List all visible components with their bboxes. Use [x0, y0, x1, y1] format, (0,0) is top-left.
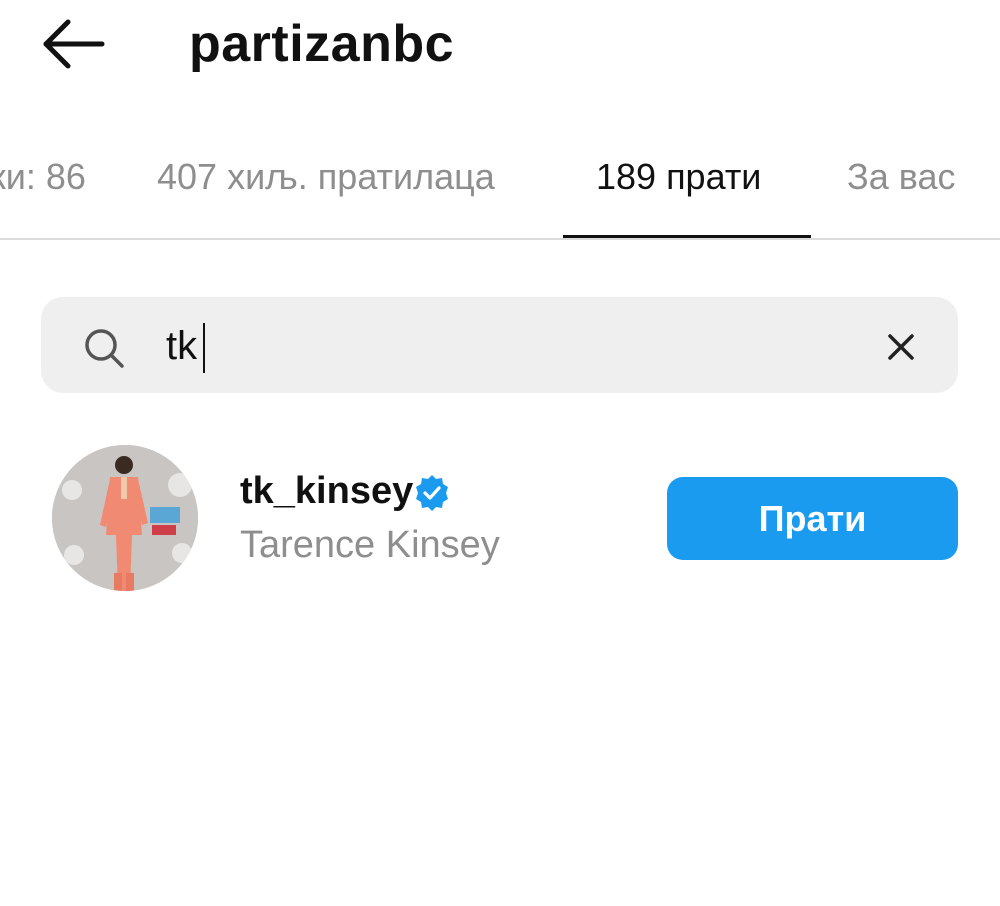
search-icon [85, 329, 124, 368]
page-title: partizanbc [189, 15, 455, 73]
close-icon [888, 334, 914, 360]
tab-for-you[interactable]: За вас [847, 152, 956, 202]
back-button[interactable] [40, 18, 106, 70]
active-tab-indicator [563, 235, 811, 238]
search-input[interactable] [166, 318, 846, 374]
follow-button[interactable]: Прати [667, 477, 958, 560]
verified-badge-icon [416, 475, 448, 511]
result-username[interactable]: tk_kinsey [240, 466, 413, 516]
tab-following[interactable]: 189 прати [596, 152, 761, 202]
clear-search-button[interactable] [884, 330, 918, 364]
arrow-left-icon [43, 19, 105, 69]
tab-posts[interactable]: ки: 86 [0, 152, 86, 202]
text-caret [203, 323, 205, 373]
avatar-image [52, 445, 198, 591]
list-item[interactable]: tk_kinsey Tarence Kinsey Прати [0, 430, 1000, 610]
tab-followers[interactable]: 407 хиљ. пратилаца [157, 152, 495, 202]
profile-tabs: ки: 86 407 хиљ. пратилаца 189 прати За в… [0, 140, 1000, 240]
result-full-name: Tarence Kinsey [240, 524, 500, 566]
top-bar: partizanbc [0, 0, 1000, 90]
avatar[interactable] [52, 445, 198, 591]
